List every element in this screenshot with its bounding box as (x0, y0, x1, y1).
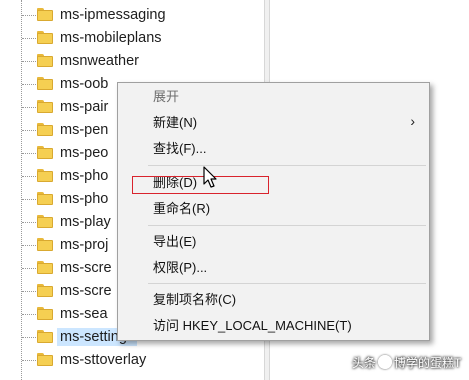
context-menu: 展开 新建(N) › 查找(F)... 删除(D) 重命名(R) 导出(E) 权… (117, 82, 430, 341)
highlight-box (132, 176, 269, 194)
folder-icon (37, 284, 53, 297)
folder-icon (37, 307, 53, 320)
tree-item-label: ms-play (60, 214, 111, 230)
tree-item-label: ms-pho (60, 168, 109, 184)
folder-icon (37, 146, 53, 159)
tree-item[interactable]: ms-ipmessaging (0, 4, 264, 27)
menu-item-find[interactable]: 查找(F)... (118, 137, 429, 161)
tree-item[interactable]: msnweather (0, 50, 264, 73)
menu-item-copy-key-name[interactable]: 复制项名称(C) (118, 288, 429, 312)
tree-item-label: msnweather (60, 53, 139, 69)
watermark: 头条 博学的蛋糕T (352, 355, 462, 370)
tree-item-label: ms-pair (60, 99, 109, 115)
chevron-right-icon: › (410, 113, 415, 129)
tree-item-label: ms-pho (60, 191, 109, 207)
tree-item-label: ms-sea (60, 306, 108, 322)
folder-icon (37, 192, 53, 205)
folder-icon (37, 238, 53, 251)
folder-icon (37, 31, 53, 44)
tree-item-label: ms-oob (60, 76, 109, 92)
menu-item-expand[interactable]: 展开 (118, 85, 429, 109)
tree-item-label: ms-mobileplans (60, 30, 162, 46)
folder-icon (37, 353, 53, 366)
folder-icon (37, 215, 53, 228)
folder-icon (37, 77, 53, 90)
tree-item[interactable]: ms-mobileplans (0, 27, 264, 50)
folder-icon (37, 8, 53, 21)
tree-item-label: ms-scre (60, 260, 112, 276)
tree-item-label: ms-pen (60, 122, 109, 138)
tree-item-label: ms-ipmessaging (60, 7, 166, 23)
folder-icon (37, 100, 53, 113)
at-icon (378, 355, 393, 369)
tree-item-label: ms-sttoverlay (60, 352, 147, 368)
menu-item-permissions[interactable]: 权限(P)... (118, 256, 429, 280)
folder-icon (37, 330, 53, 343)
menu-separator (148, 165, 426, 166)
folder-icon (37, 169, 53, 182)
tree-item-label: ms-proj (60, 237, 109, 253)
menu-item-goto-hklm[interactable]: 访问 HKEY_LOCAL_MACHINE(T) (118, 314, 429, 338)
menu-item-export[interactable]: 导出(E) (118, 230, 429, 254)
folder-icon (37, 261, 53, 274)
menu-separator (148, 283, 426, 284)
menu-item-rename[interactable]: 重命名(R) (118, 197, 429, 221)
folder-icon (37, 54, 53, 67)
folder-icon (37, 123, 53, 136)
tree-item-label: ms-scre (60, 283, 112, 299)
menu-item-new[interactable]: 新建(N) › (118, 111, 429, 135)
mouse-cursor-icon (203, 166, 217, 188)
tree-item[interactable]: ms-sttoverlay (0, 349, 264, 372)
tree-item-label: ms-peo (60, 145, 109, 161)
menu-separator (148, 225, 426, 226)
